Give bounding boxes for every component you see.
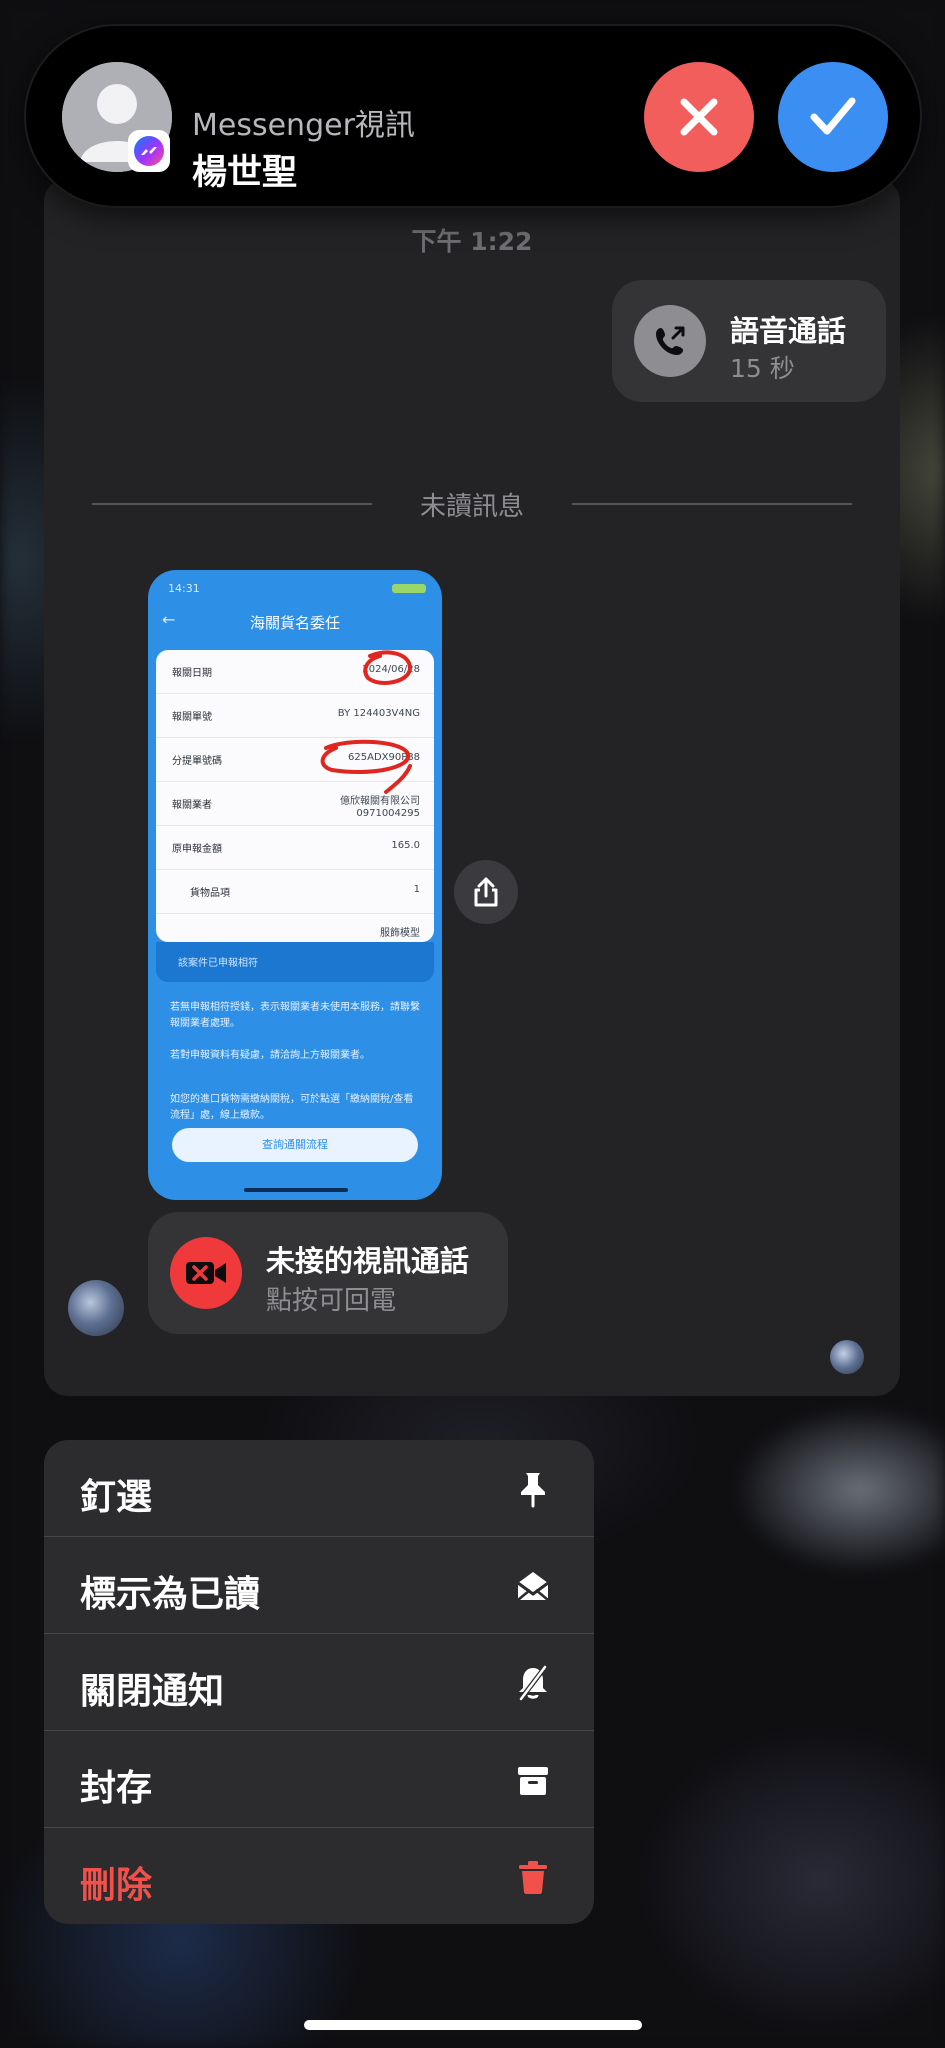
trash-icon [514, 1858, 552, 1896]
unread-messages-divider: 未讀訊息 [92, 486, 852, 522]
menu-item-archive[interactable]: 封存 [44, 1731, 594, 1827]
conversation-preview: 下午 1:22 語音通話 15 秒 未讀訊息 14:31 ← 海關貨名委任 報關… [44, 178, 900, 1396]
screenshot-image-message[interactable]: 14:31 ← 海關貨名委任 報關日期 2024/06/28 報關單號 BY 1… [148, 570, 442, 1200]
checkmark-icon [810, 97, 856, 135]
pin-icon [514, 1470, 552, 1508]
share-icon [474, 877, 498, 907]
image-screen-title: 海關貨名委任 [249, 614, 340, 632]
missed-video-call-bubble[interactable]: 未接的視訊通話 點按可回電 [148, 1212, 508, 1334]
menu-item-pin[interactable]: 釘選 [44, 1440, 594, 1536]
video-off-icon [170, 1237, 242, 1309]
bell-slash-icon [514, 1664, 552, 1702]
phone-outgoing-icon [634, 305, 706, 377]
archive-icon [514, 1761, 552, 1799]
envelope-open-icon [514, 1567, 552, 1605]
sender-avatar [68, 1280, 124, 1336]
read-receipt-avatar [830, 1340, 864, 1374]
menu-item-mark-read[interactable]: 標示為已讀 [44, 1537, 594, 1633]
message-timestamp: 下午 1:22 [411, 227, 533, 256]
home-indicator[interactable] [304, 2020, 642, 2030]
menu-item-delete[interactable]: 刪除 [44, 1828, 594, 1924]
image-detail-card: 報關日期 2024/06/28 報關單號 BY 124403V4NG 分提單號碼… [156, 650, 434, 942]
accept-call-button[interactable] [778, 62, 888, 172]
incoming-call-banner[interactable]: Messenger視訊 楊世聖 [24, 24, 922, 208]
call-type-label: Messenger視訊 [192, 108, 415, 143]
voice-call-duration: 15 秒 [730, 354, 795, 383]
voice-call-bubble[interactable]: 語音通話 15 秒 [612, 280, 886, 402]
messenger-logo-icon [128, 130, 170, 172]
missed-call-title: 未接的視訊通話 [266, 1244, 470, 1278]
voice-call-title: 語音通話 [730, 314, 847, 348]
decline-call-button[interactable] [644, 62, 754, 172]
menu-item-mute[interactable]: 關閉通知 [44, 1634, 594, 1730]
share-button[interactable] [454, 860, 518, 924]
missed-call-subtitle: 點按可回電 [266, 1286, 397, 1316]
close-icon [680, 98, 718, 136]
context-menu: 釘選 標示為已讀 關閉通知 封存 刪除 [44, 1440, 594, 1924]
caller-name: 楊世聖 [192, 153, 298, 193]
